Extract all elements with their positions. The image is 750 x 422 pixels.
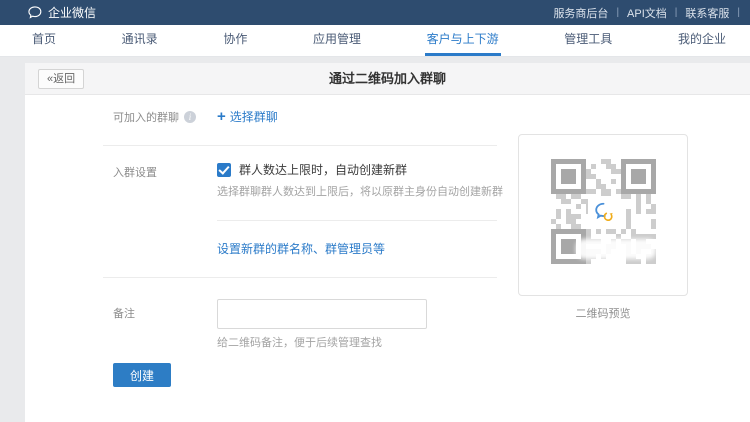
nav-item-my-company[interactable]: 我的企业 — [676, 25, 728, 56]
content-area: «返回 通过二维码加入群聊 可加入的群聊i + 选择群聊 入群设置 群人数达上限… — [0, 57, 750, 422]
remark-hint: 给二维码备注，便于后续管理查找 — [217, 336, 382, 351]
wechat-work-bubble-icon — [28, 6, 43, 19]
qr-center-logo-icon — [588, 196, 619, 227]
nav-item-home[interactable]: 首页 — [30, 25, 58, 56]
joinable-groups-label: 可加入的群聊i — [113, 110, 196, 126]
qr-preview-panel — [518, 134, 688, 296]
qr-caption: 二维码预览 — [518, 305, 688, 321]
info-icon[interactable]: i — [184, 111, 196, 123]
provider-console-link[interactable]: 服务商后台 — [553, 5, 608, 21]
remark-input[interactable] — [217, 299, 427, 329]
app-title: 企业微信 — [48, 4, 96, 21]
main-card: «返回 通过二维码加入群聊 可加入的群聊i + 选择群聊 入群设置 群人数达上限… — [25, 63, 750, 422]
topbar: 企业微信 服务商后台 | API文档 | 联系客服 | — [0, 0, 750, 25]
nav-item-admin-tools[interactable]: 管理工具 — [562, 25, 614, 56]
separator: | — [616, 7, 619, 18]
card-body: 可加入的群聊i + 选择群聊 入群设置 群人数达上限时，自动创建新群 选择群聊群… — [25, 95, 750, 422]
back-button[interactable]: «返回 — [38, 69, 84, 89]
main-nav: 首页 通讯录 协作 应用管理 客户与上下游 管理工具 我的企业 — [0, 25, 750, 57]
qr-blurred-area — [576, 239, 656, 259]
divider — [217, 220, 497, 221]
divider — [103, 145, 497, 146]
join-settings-label: 入群设置 — [113, 165, 157, 181]
nav-item-app-management[interactable]: 应用管理 — [311, 25, 363, 56]
remark-label: 备注 — [113, 306, 135, 322]
topbar-links: 服务商后台 | API文档 | 联系客服 | — [553, 5, 748, 21]
screen: 企业微信 服务商后台 | API文档 | 联系客服 | 首页 通讯录 协作 应用… — [0, 0, 750, 422]
separator: | — [737, 7, 740, 18]
auto-create-label: 群人数达上限时，自动创建新群 — [239, 161, 407, 178]
page-title: 通过二维码加入群聊 — [25, 63, 750, 95]
separator: | — [675, 7, 678, 18]
auto-create-checkbox[interactable] — [217, 163, 231, 177]
divider — [103, 277, 497, 278]
contact-support-link[interactable]: 联系客服 — [685, 5, 729, 21]
app-logo: 企业微信 — [28, 4, 96, 21]
auto-create-row: 群人数达上限时，自动创建新群 — [217, 161, 407, 178]
api-docs-link[interactable]: API文档 — [627, 5, 667, 21]
create-button[interactable]: 创建 — [113, 363, 171, 387]
new-group-config-link[interactable]: 设置新群的群名称、群管理员等 — [217, 240, 385, 257]
qr-position-marker — [621, 159, 656, 194]
nav-item-contacts[interactable]: 通讯录 — [120, 25, 160, 56]
nav-item-customers[interactable]: 客户与上下游 — [425, 25, 501, 56]
card-header: «返回 通过二维码加入群聊 — [25, 63, 750, 95]
auto-create-description: 选择群聊群人数达到上限后，将以原群主身份自动创建新群 — [217, 185, 503, 200]
qr-position-marker — [551, 159, 586, 194]
select-group-link[interactable]: 选择群聊 — [230, 108, 278, 125]
plus-icon: + — [217, 110, 226, 124]
nav-item-collaboration[interactable]: 协作 — [221, 25, 249, 56]
select-group-action[interactable]: + 选择群聊 — [217, 108, 278, 125]
